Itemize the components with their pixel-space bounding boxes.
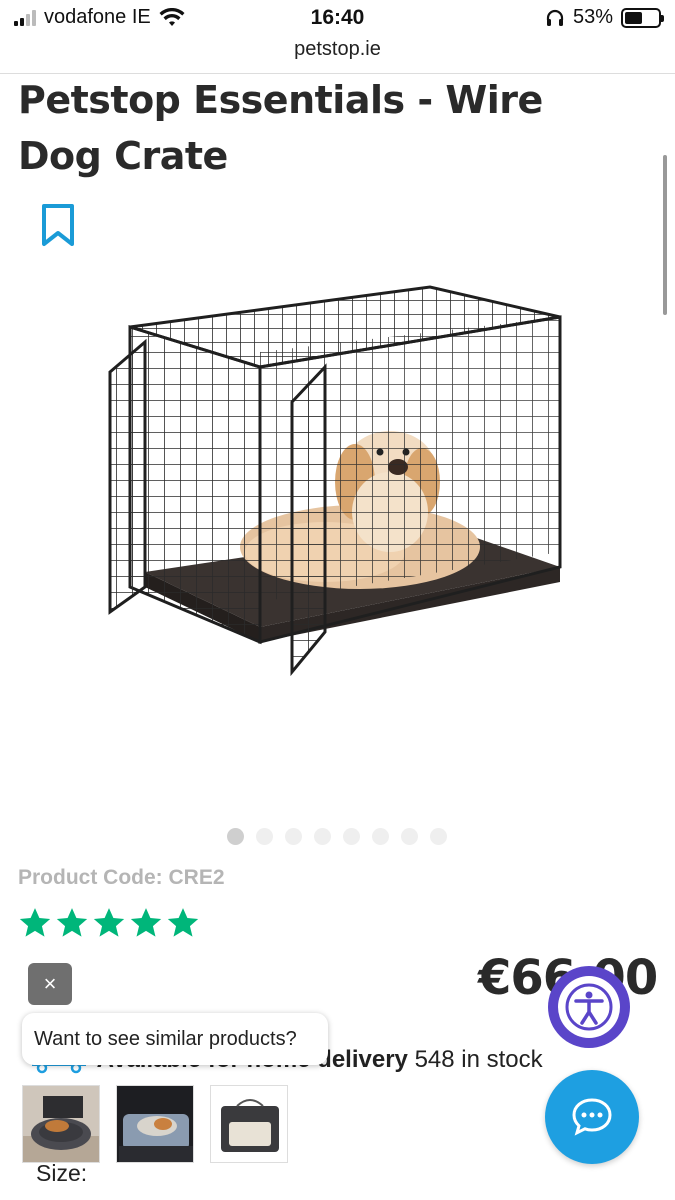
carousel-dot[interactable] [401, 828, 418, 845]
chat-button[interactable] [545, 1070, 639, 1164]
stock-count: 548 in stock [414, 1046, 543, 1073]
product-image[interactable] [100, 272, 580, 682]
product-title: Petstop Essentials - Wire Dog Crate [18, 78, 543, 178]
carousel-dot[interactable] [227, 828, 244, 845]
carousel-dot[interactable] [256, 828, 273, 845]
battery-icon [621, 7, 664, 28]
similar-products-thumbnails [22, 1085, 288, 1163]
similar-products-prompt[interactable]: Want to see similar products? [22, 1013, 328, 1065]
status-right: 53% [545, 6, 664, 29]
carousel-dot[interactable] [372, 828, 389, 845]
headphones-icon [546, 9, 564, 26]
image-carousel-dots[interactable] [227, 828, 447, 845]
product-code: Product Code: CRE2 [18, 866, 225, 889]
accessibility-icon [565, 983, 613, 1031]
rating-stars[interactable] [18, 906, 200, 940]
star-icon [167, 908, 199, 937]
carousel-dot[interactable] [285, 828, 302, 845]
scrollbar[interactable] [663, 155, 667, 315]
chat-icon [572, 1098, 612, 1136]
star-icon [56, 908, 88, 937]
star-icon [19, 908, 51, 937]
battery-percent: 53% [572, 6, 613, 28]
accessibility-button[interactable] [548, 966, 630, 1048]
bookmark-icon[interactable] [40, 202, 76, 248]
carousel-dot[interactable] [314, 828, 331, 845]
size-label: Size: [36, 1160, 88, 1186]
status-bar: vodafone IE 16:40 53% [0, 0, 675, 36]
star-icon [130, 908, 162, 937]
carousel-dot[interactable] [343, 828, 360, 845]
star-icon [93, 908, 125, 937]
similar-product-thumb[interactable] [210, 1085, 288, 1163]
url-bar[interactable]: petstop.ie [0, 36, 675, 74]
close-similar-button[interactable]: × [28, 963, 72, 1005]
similar-product-thumb[interactable] [22, 1085, 100, 1163]
carousel-dot[interactable] [430, 828, 447, 845]
similar-product-thumb[interactable] [116, 1085, 194, 1163]
